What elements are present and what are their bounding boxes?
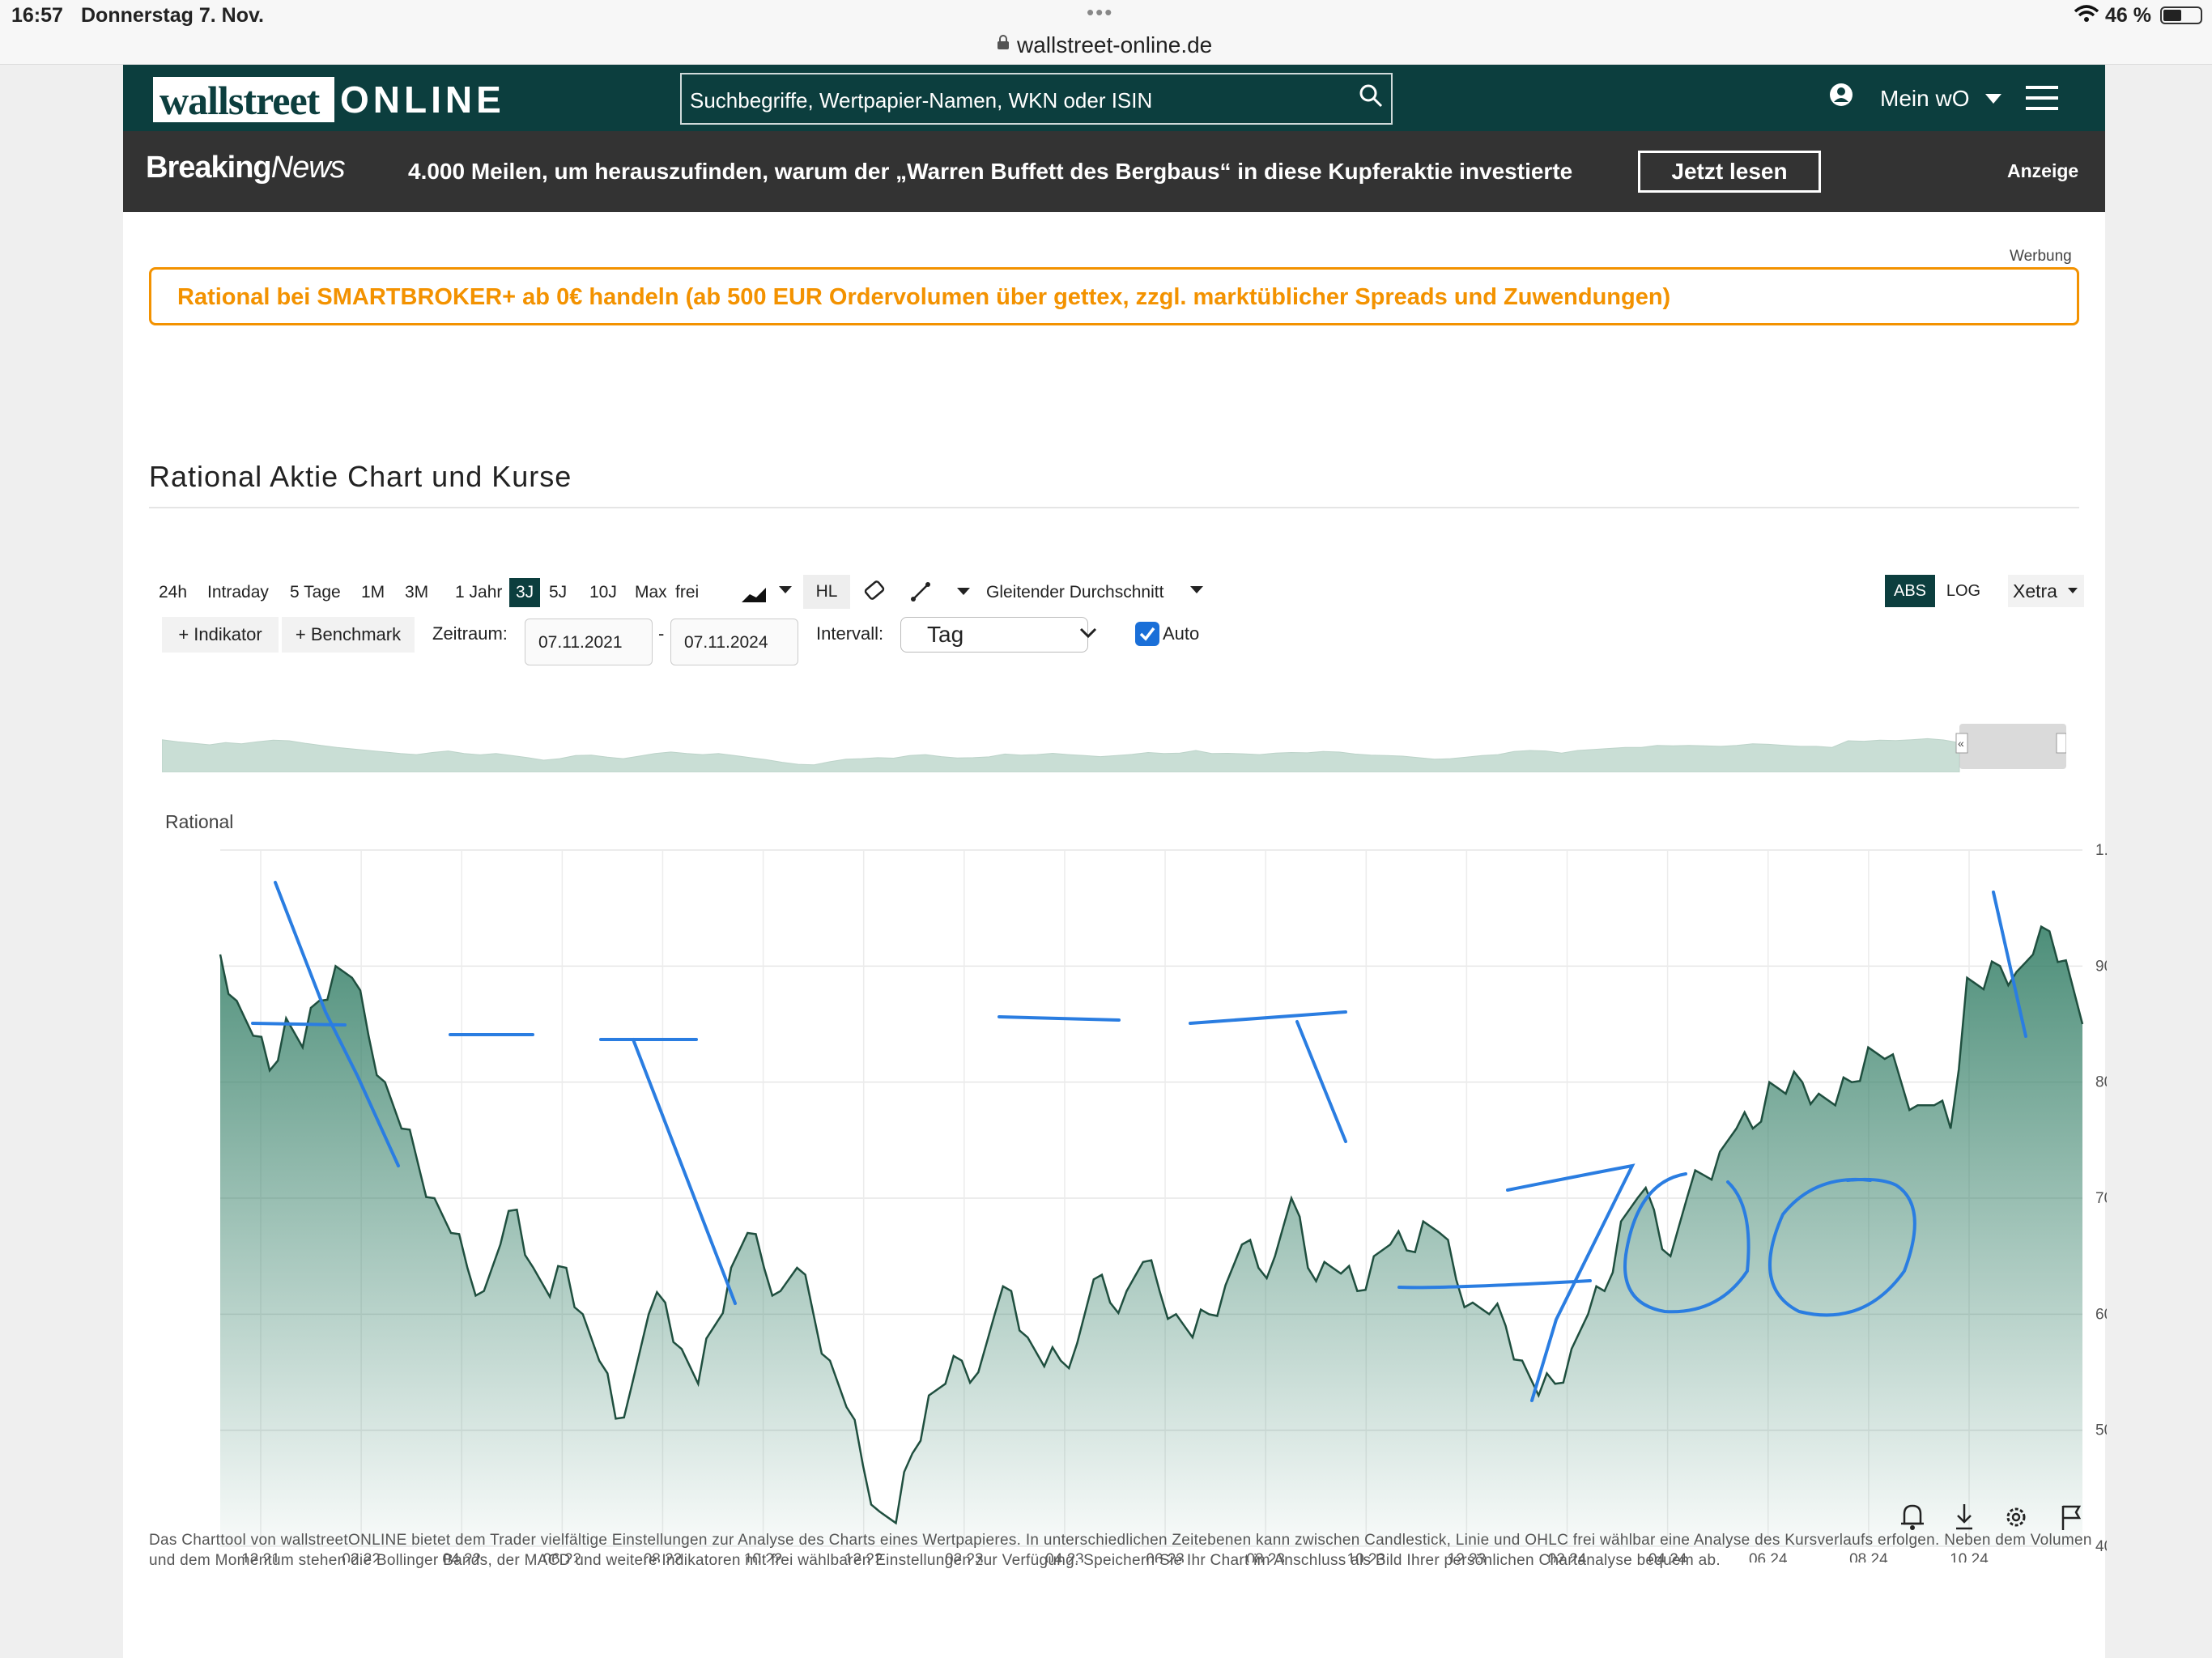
- flag-icon[interactable]: [2061, 1505, 2082, 1530]
- page-title: Rational Aktie Chart und Kurse: [149, 460, 572, 493]
- interval-select[interactable]: Tag: [900, 617, 1088, 653]
- ios-status-bar: 16:57 Donnerstag 7. Nov. ••• wallstreet-…: [0, 0, 2212, 65]
- promo-text[interactable]: Rational bei SMARTBROKER+ ab 0€ handeln …: [177, 284, 1670, 311]
- moving-average-caret-icon[interactable]: [1190, 586, 1203, 593]
- exchange-caret-icon[interactable]: [2068, 588, 2078, 593]
- status-date: Donnerstag 7. Nov.: [81, 4, 264, 27]
- download-icon[interactable]: [1956, 1504, 1972, 1530]
- range-button-5j[interactable]: 5J: [549, 578, 567, 607]
- range-button-1-jahr[interactable]: 1 Jahr: [455, 578, 502, 607]
- breaking-news-bar: BreakingNews 4.000 Meilen, um herauszufi…: [123, 131, 2105, 212]
- moving-average-dropdown[interactable]: Gleitender Durchschnitt: [986, 578, 1163, 607]
- gear-icon[interactable]: [2006, 1507, 2026, 1527]
- logo-online[interactable]: ONLINE: [340, 78, 505, 121]
- y-tick-label: 800: [2095, 1074, 2107, 1091]
- y-tick-label: 600: [2095, 1306, 2107, 1323]
- draw-line-icon[interactable]: [904, 575, 949, 609]
- search-box[interactable]: [680, 73, 1393, 125]
- more-dots-icon[interactable]: •••: [1087, 0, 1113, 25]
- chevron-down-icon[interactable]: [1985, 94, 2001, 104]
- range-button-5-tage[interactable]: 5 Tage: [290, 578, 341, 607]
- date-to-input[interactable]: 07.11.2024: [670, 619, 798, 665]
- range-button-3m[interactable]: 3M: [405, 578, 428, 607]
- interval-label: Intervall:: [816, 623, 884, 644]
- area-chart-type-icon[interactable]: [737, 576, 785, 609]
- divider: [149, 507, 2079, 508]
- auto-checkbox[interactable]: [1135, 622, 1159, 646]
- range-button-10j[interactable]: 10J: [589, 578, 617, 607]
- chevron-down-icon[interactable]: [1078, 627, 1098, 640]
- search-icon[interactable]: [1359, 83, 1383, 108]
- battery-percent: 46 %: [2105, 4, 2151, 27]
- price-area: [220, 926, 2082, 1546]
- y-tick-label: 400: [2095, 1538, 2107, 1555]
- chart-title: Rational: [165, 811, 234, 832]
- status-time: 16:57: [11, 4, 63, 27]
- y-tick-label: 700: [2095, 1190, 2107, 1207]
- page: wallstreet ONLINE Mein wO BreakingNews 4…: [123, 65, 2107, 1658]
- price-chart[interactable]: 12.21 02.22 04.22 06.22 08.22 10.22 12.22 02.23…: [147, 834, 2107, 1562]
- abs-scale-button[interactable]: ABS: [1885, 575, 1935, 607]
- chart-navigator[interactable]: «: [162, 722, 2066, 772]
- chart-type-caret-icon[interactable]: [779, 586, 792, 593]
- logo[interactable]: wallstreet: [153, 77, 334, 123]
- search-input[interactable]: [690, 87, 1338, 113]
- navigator-right-handle[interactable]: [2056, 733, 2066, 754]
- hamburger-menu-icon[interactable]: [2026, 86, 2058, 110]
- date-from-input[interactable]: 07.11.2021: [525, 619, 653, 665]
- hl-button[interactable]: HL: [803, 575, 850, 609]
- range-button-frei[interactable]: frei: [675, 578, 699, 607]
- lock-icon: [998, 35, 1009, 49]
- range-button-24h[interactable]: 24h: [159, 578, 187, 607]
- navigator-left-arrow-icon: «: [1958, 737, 1964, 750]
- chart-description: Das Charttool von wallstreetONLINE biete…: [149, 1532, 2092, 1569]
- eraser-icon[interactable]: [852, 575, 899, 609]
- range-button-1m[interactable]: 1M: [361, 578, 385, 607]
- period-label: Zeitraum:: [432, 623, 508, 644]
- logo-wallstreet: wallstreet: [160, 78, 320, 123]
- range-button-max[interactable]: Max: [635, 578, 667, 607]
- wifi-icon: [2074, 5, 2099, 22]
- advertising-label: Werbung: [2010, 248, 2072, 265]
- battery-icon: [2160, 6, 2202, 24]
- address-bar-url[interactable]: wallstreet-online.de: [1017, 32, 1212, 58]
- range-button-3j[interactable]: 3J: [509, 578, 541, 607]
- navigator-series: [162, 738, 1960, 772]
- y-tick-label: 900: [2095, 958, 2107, 975]
- exchange-label: Xetra: [2013, 580, 2057, 602]
- navigator-window[interactable]: [1959, 724, 2066, 769]
- user-icon[interactable]: [1829, 83, 1853, 107]
- y-tick-label: 1.000: [2095, 842, 2107, 859]
- read-now-button[interactable]: Jetzt lesen: [1638, 151, 1821, 193]
- account-menu-label[interactable]: Mein wO: [1880, 86, 1969, 112]
- breaking-news-headline[interactable]: 4.000 Meilen, um herauszufinden, warum d…: [408, 159, 1572, 185]
- news-label: News: [270, 151, 346, 185]
- log-scale-button[interactable]: LOG: [1943, 575, 1984, 607]
- add-indicator-button[interactable]: + Indikator: [162, 617, 279, 653]
- ad-label: Anzeige: [2007, 160, 2079, 181]
- breaking-label: Breaking: [146, 151, 272, 185]
- checkmark-icon: [1139, 627, 1155, 641]
- top-navigation: wallstreet ONLINE Mein wO: [123, 65, 2105, 131]
- breaking-news-logo: BreakingNews: [146, 151, 346, 185]
- add-benchmark-button[interactable]: + Benchmark: [282, 617, 415, 653]
- bell-icon[interactable]: [1901, 1504, 1924, 1530]
- range-button-intraday[interactable]: Intraday: [207, 578, 269, 607]
- date-separator: -: [658, 623, 665, 644]
- auto-label: Auto: [1163, 623, 1200, 644]
- promo-banner[interactable]: Rational bei SMARTBROKER+ ab 0€ handeln …: [149, 267, 2079, 325]
- y-tick-label: 500: [2095, 1422, 2107, 1439]
- draw-caret-icon[interactable]: [957, 588, 970, 595]
